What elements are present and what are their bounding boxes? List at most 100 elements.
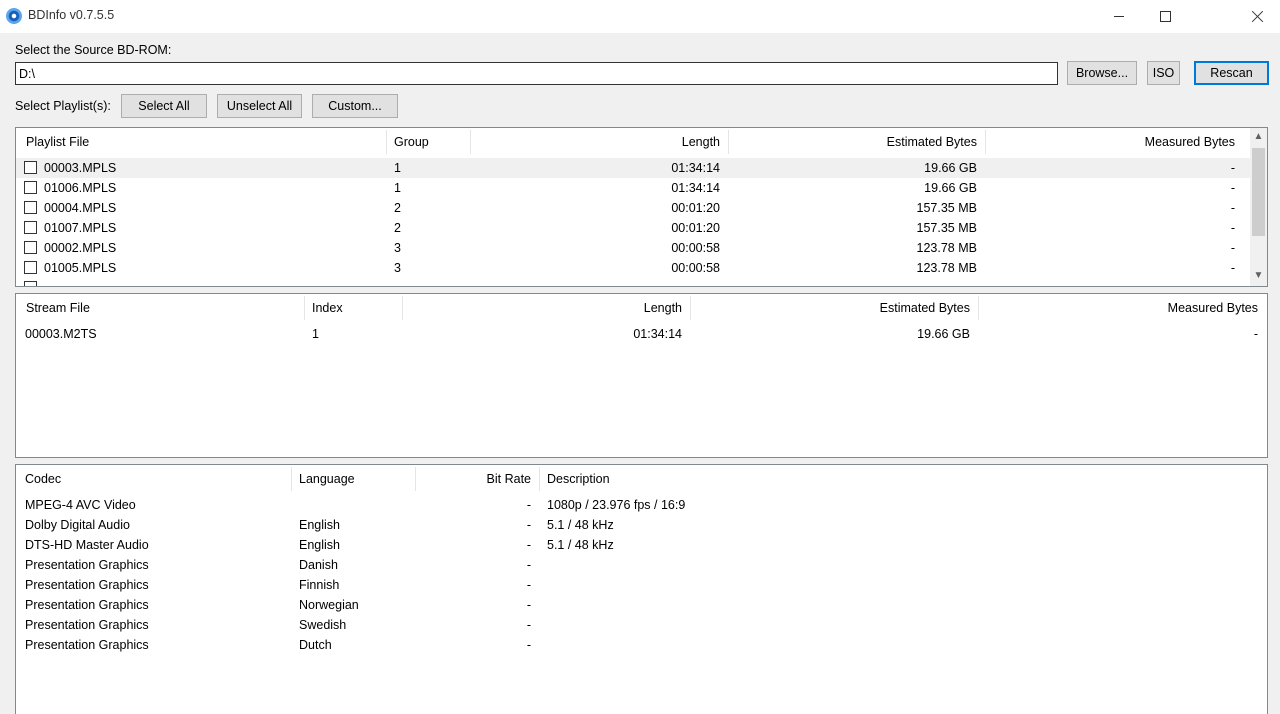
header-estimated-bytes[interactable]: Estimated Bytes <box>728 128 985 157</box>
header-description[interactable]: Description <box>539 465 1239 494</box>
select-playlists-label: Select Playlist(s): <box>15 99 111 113</box>
playlist-checkbox <box>24 281 37 286</box>
header-estimated-bytes[interactable]: Estimated Bytes <box>690 294 978 323</box>
close-icon <box>1251 10 1264 23</box>
cell-length: 01:34:14 <box>633 327 682 341</box>
unselect-all-button[interactable]: Unselect All <box>217 94 302 118</box>
cell-bit-rate: - <box>526 598 531 612</box>
cell-length: 00:01:20 <box>671 201 720 215</box>
cell-codec: Presentation Graphics <box>25 558 149 572</box>
list-item[interactable]: Presentation Graphics Norwegian - <box>16 595 1267 615</box>
window-title: BDInfo v0.7.5.5 <box>28 8 115 22</box>
cell-group: 1 <box>394 181 401 195</box>
table-row[interactable]: 00003.M2TS 1 01:34:14 19.66 GB - <box>16 324 1267 344</box>
list-item[interactable]: Presentation Graphics Finnish - <box>16 575 1267 595</box>
cell-language: Finnish <box>299 578 340 592</box>
header-bit-rate[interactable]: Bit Rate <box>415 465 539 494</box>
cell-codec: Presentation Graphics <box>25 578 149 592</box>
cell-playlist-file: 01006.MPLS <box>44 181 117 195</box>
table-row-partial <box>16 278 1250 286</box>
list-item[interactable]: Dolby Digital Audio English - 5.1 / 48 kHz <box>16 515 1267 535</box>
cell-language: English <box>299 538 340 552</box>
minimize-icon <box>1114 16 1124 17</box>
table-row[interactable]: 01007.MPLS 2 00:01:20 157.35 MB - <box>16 218 1250 238</box>
cell-group: 2 <box>394 201 401 215</box>
header-measured-bytes[interactable]: Measured Bytes <box>978 294 1266 323</box>
cell-measured-bytes: - <box>1230 181 1235 195</box>
list-item[interactable]: MPEG-4 AVC Video - 1080p / 23.976 fps / 16… <box>16 495 1267 515</box>
cell-description <box>539 575 1239 595</box>
close-button[interactable] <box>1234 0 1280 33</box>
playlist-scrollbar[interactable]: ▲ ▼ <box>1250 128 1267 286</box>
cell-codec: DTS-HD Master Audio <box>25 538 149 552</box>
cell-estimated-bytes: 123.78 MB <box>916 261 977 275</box>
cell-length: 00:01:20 <box>671 221 720 235</box>
table-row[interactable]: 00003.MPLS 1 01:34:14 19.66 GB - <box>16 158 1250 178</box>
cell-language: Swedish <box>299 618 347 632</box>
header-codec[interactable]: Codec <box>17 465 291 494</box>
table-row[interactable]: 00004.MPLS 2 00:01:20 157.35 MB - <box>16 198 1250 218</box>
select-all-button[interactable]: Select All <box>121 94 207 118</box>
header-index[interactable]: Index <box>304 294 402 323</box>
list-item[interactable]: Presentation Graphics Swedish - <box>16 615 1267 635</box>
bdinfo-disc-icon <box>6 8 22 24</box>
cell-description: 5.1 / 48 kHz <box>547 538 614 552</box>
cell-bit-rate: - <box>526 638 531 652</box>
cell-estimated-bytes: 19.66 GB <box>917 327 970 341</box>
header-group[interactable]: Group <box>386 128 470 157</box>
cell-codec: Presentation Graphics <box>25 638 149 652</box>
chevron-up-icon[interactable]: ▲ <box>1250 128 1267 145</box>
cell-estimated-bytes: 157.35 MB <box>916 201 977 215</box>
cell-language <box>291 495 415 515</box>
cell-group: 3 <box>394 261 401 275</box>
header-playlist-file[interactable]: Playlist File <box>18 128 386 157</box>
codec-list[interactable]: Codec Language Bit Rate Description MPEG… <box>15 464 1268 714</box>
playlist-list[interactable]: Playlist File Group Length Estimated Byt… <box>15 127 1268 287</box>
source-path-input[interactable] <box>15 62 1058 85</box>
cell-index: 1 <box>312 327 319 341</box>
rescan-button[interactable]: Rescan <box>1194 61 1269 85</box>
cell-estimated-bytes: 19.66 GB <box>924 161 977 175</box>
cell-codec: MPEG-4 AVC Video <box>25 498 136 512</box>
browse-button[interactable]: Browse... <box>1067 61 1137 85</box>
title-bar: BDInfo v0.7.5.5 <box>0 0 1280 33</box>
cell-language: Norwegian <box>299 598 359 612</box>
table-row[interactable]: 01005.MPLS 3 00:00:58 123.78 MB - <box>16 258 1250 278</box>
cell-description <box>539 635 1239 655</box>
table-row[interactable]: 01006.MPLS 1 01:34:14 19.66 GB - <box>16 178 1250 198</box>
cell-playlist-file: 00002.MPLS <box>44 241 117 255</box>
table-row[interactable]: 00002.MPLS 3 00:00:58 123.78 MB - <box>16 238 1250 258</box>
cell-bit-rate: - <box>526 578 531 592</box>
cell-estimated-bytes: 157.35 MB <box>916 221 977 235</box>
cell-description <box>539 595 1239 615</box>
header-language[interactable]: Language <box>291 465 415 494</box>
cell-measured-bytes: - <box>1253 327 1258 341</box>
cell-estimated-bytes: 19.66 GB <box>924 181 977 195</box>
list-item[interactable]: Presentation Graphics Dutch - <box>16 635 1267 655</box>
custom-button[interactable]: Custom... <box>312 94 398 118</box>
stream-list[interactable]: Stream File Index Length Estimated Bytes… <box>15 293 1268 458</box>
header-stream-file[interactable]: Stream File <box>18 294 304 323</box>
iso-button[interactable]: ISO <box>1147 61 1180 85</box>
cell-measured-bytes: - <box>1230 161 1235 175</box>
cell-bit-rate: - <box>526 538 531 552</box>
cell-codec: Dolby Digital Audio <box>25 518 130 532</box>
header-measured-bytes[interactable]: Measured Bytes <box>985 128 1243 157</box>
cell-playlist-file: 01005.MPLS <box>44 261 117 275</box>
cell-codec: Presentation Graphics <box>25 618 149 632</box>
chevron-down-icon[interactable]: ▼ <box>1250 267 1267 284</box>
list-item[interactable]: Presentation Graphics Danish - <box>16 555 1267 575</box>
list-item[interactable]: DTS-HD Master Audio English - 5.1 / 48 kHz <box>16 535 1267 555</box>
cell-description <box>539 615 1239 635</box>
header-length[interactable]: Length <box>402 294 690 323</box>
maximize-icon <box>1159 11 1171 22</box>
cell-measured-bytes: - <box>1230 221 1235 235</box>
cell-estimated-bytes: 123.78 MB <box>916 241 977 255</box>
minimize-button[interactable] <box>1096 0 1142 33</box>
cell-playlist-file: 00003.MPLS <box>44 161 117 175</box>
scrollbar-thumb[interactable] <box>1252 148 1265 236</box>
maximize-button[interactable] <box>1142 0 1188 33</box>
cell-group: 3 <box>394 241 401 255</box>
cell-codec: Presentation Graphics <box>25 598 149 612</box>
header-length[interactable]: Length <box>470 128 728 157</box>
